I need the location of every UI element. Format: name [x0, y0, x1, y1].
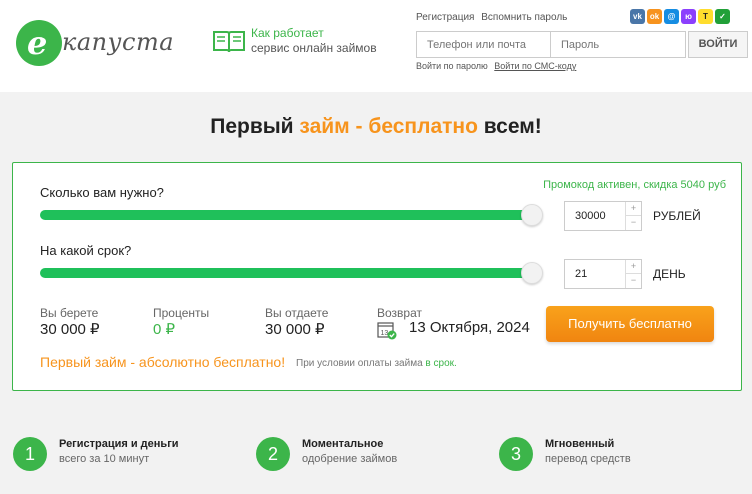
- term-slider-handle[interactable]: [521, 262, 543, 284]
- free-loan-note: Первый займ - абсолютно бесплатно!: [40, 354, 286, 370]
- headline-highlight: займ - бесплатно: [299, 115, 478, 138]
- vk-icon[interactable]: vk: [630, 9, 645, 24]
- term-stepper[interactable]: 21 + −: [564, 259, 642, 289]
- login-methods: Войти по паролю Войти по СМС-коду: [416, 61, 576, 71]
- term-decrease-icon[interactable]: −: [625, 274, 641, 288]
- step-number: 1: [13, 437, 47, 471]
- interest-value: 0 ₽: [153, 321, 176, 338]
- give-label: Вы отдаете: [265, 306, 329, 320]
- amount-unit: РУБЛЕЙ: [653, 209, 701, 223]
- social-login-icons: vk ok @ ю T ✓: [630, 9, 730, 24]
- step-subtitle: перевод средств: [545, 453, 631, 465]
- how-it-works-line1: Как работает: [251, 26, 324, 40]
- condition-note: При условии оплаты займа в срок.: [296, 358, 457, 369]
- interest-label: Проценты: [153, 306, 210, 320]
- amount-decrease-icon[interactable]: −: [625, 216, 641, 230]
- auth-links: Регистрация Вспомнить пароль: [416, 12, 571, 23]
- remind-password-link[interactable]: Вспомнить пароль: [481, 12, 567, 23]
- register-link[interactable]: Регистрация: [416, 12, 474, 23]
- sber-icon[interactable]: ✓: [715, 9, 730, 24]
- term-unit: ДЕНЬ: [653, 267, 686, 281]
- logo[interactable]: е капуста: [16, 20, 196, 68]
- take-label: Вы берете: [40, 306, 99, 320]
- return-label: Возврат: [377, 306, 422, 320]
- mail-icon[interactable]: @: [664, 9, 679, 24]
- condition-highlight: в срок.: [425, 358, 457, 369]
- how-it-works-line2: сервис онлайн займов: [251, 41, 377, 55]
- give-value: 30 000 ₽: [265, 321, 325, 338]
- step-number: 2: [256, 437, 290, 471]
- logo-mark: е: [16, 20, 62, 66]
- term-increase-icon[interactable]: +: [625, 260, 641, 274]
- headline-part1: Первый: [210, 115, 300, 138]
- phone-or-email-input[interactable]: [416, 31, 551, 58]
- take-value: 30 000 ₽: [40, 321, 100, 338]
- odnoklassniki-icon[interactable]: ok: [647, 9, 662, 24]
- headline-part2: всем!: [477, 115, 542, 138]
- step-subtitle: всего за 10 минут: [59, 453, 150, 465]
- amount-label: Сколько вам нужно?: [40, 185, 164, 200]
- how-it-works-text: Как работает сервис онлайн займов: [251, 26, 377, 56]
- amount-slider-track[interactable]: [40, 210, 532, 220]
- amount-value[interactable]: 30000: [575, 210, 606, 222]
- step-subtitle: одобрение займов: [302, 453, 398, 465]
- password-input[interactable]: [550, 31, 686, 58]
- return-date: 13 Октября, 2024: [409, 319, 530, 336]
- step-title: Моментальное: [302, 438, 384, 450]
- step-title: Регистрация и деньги: [59, 438, 179, 450]
- get-free-loan-button[interactable]: Получить бесплатно: [546, 306, 714, 342]
- loan-calculator: Сколько вам нужно? Промокод активен, ски…: [12, 162, 742, 391]
- amount-slider-handle[interactable]: [521, 204, 543, 226]
- tinkoff-icon[interactable]: T: [698, 9, 713, 24]
- amount-stepper[interactable]: 30000 + −: [564, 201, 642, 231]
- login-button[interactable]: ВОЙТИ: [688, 31, 748, 58]
- login-by-sms-link[interactable]: Войти по СМС-коду: [494, 61, 576, 71]
- login-form: ВОЙТИ: [416, 31, 748, 58]
- term-label: На какой срок?: [40, 243, 132, 258]
- calendar-day: 13: [381, 330, 389, 337]
- logo-letter: е: [27, 24, 48, 62]
- open-book-icon: [213, 31, 245, 53]
- yoomoney-icon[interactable]: ю: [681, 9, 696, 24]
- term-slider-track[interactable]: [40, 268, 532, 278]
- site-header: е капуста Как работает сервис онлайн зай…: [0, 0, 752, 92]
- steps-strip: 1 Регистрация и деньги всего за 10 минут…: [0, 412, 752, 494]
- calendar-icon: 13: [377, 322, 397, 340]
- promo-status: Промокод активен, скидка 5040 руб: [543, 179, 726, 191]
- login-by-password-link[interactable]: Войти по паролю: [416, 61, 488, 71]
- page-headline: Первый займ - бесплатно всем!: [0, 115, 752, 139]
- amount-increase-icon[interactable]: +: [625, 202, 641, 216]
- logo-text: капуста: [62, 28, 175, 56]
- how-it-works-link[interactable]: Как работает сервис онлайн займов: [212, 26, 402, 62]
- step-title: Мгновенный: [545, 438, 615, 450]
- term-value[interactable]: 21: [575, 268, 587, 280]
- step-number: 3: [499, 437, 533, 471]
- condition-prefix: При условии оплаты займа: [296, 358, 426, 369]
